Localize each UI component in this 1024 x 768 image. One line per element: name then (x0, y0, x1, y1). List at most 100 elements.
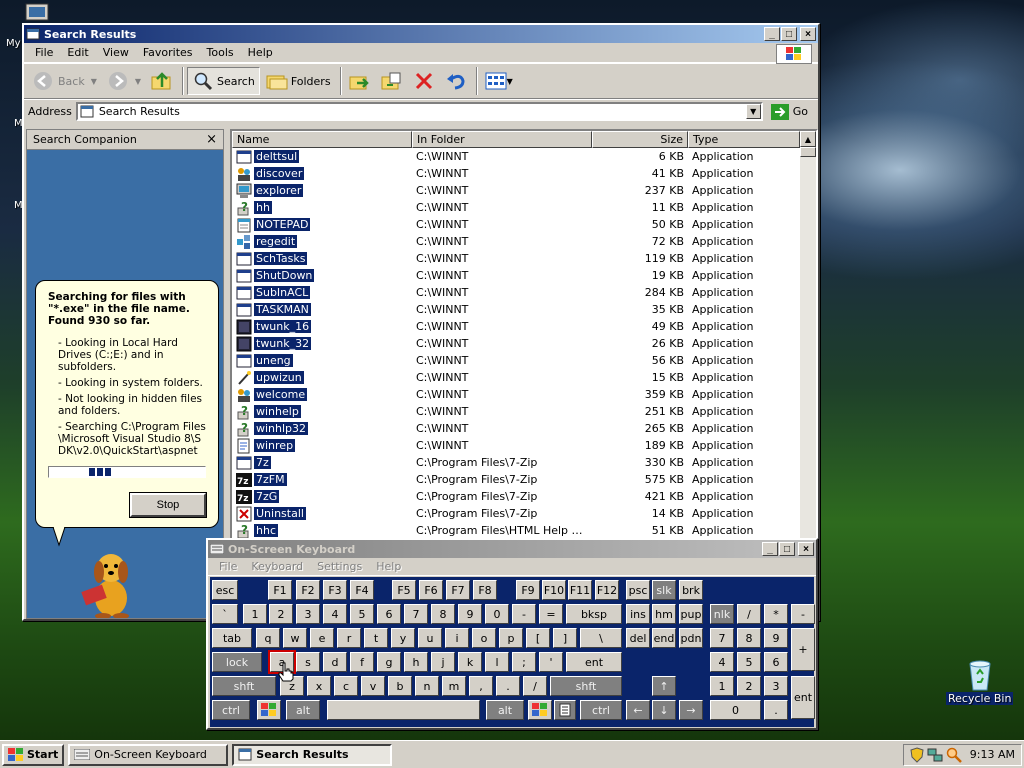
key-p[interactable]: p (499, 628, 523, 648)
key-right-windows[interactable] (528, 700, 552, 720)
move-to-button[interactable] (345, 67, 375, 95)
table-row[interactable]: ShutDown C:\WINNT 19 KB Application (232, 267, 816, 284)
key-minus[interactable]: - (512, 604, 536, 624)
key-f[interactable]: f (350, 652, 374, 672)
key-f2[interactable]: F2 (296, 580, 320, 600)
key-lalt[interactable]: alt (286, 700, 320, 720)
key-k9[interactable]: 9 (458, 604, 482, 624)
task-search-results[interactable]: Search Results (232, 743, 393, 766)
key-k8[interactable]: 8 (431, 604, 455, 624)
search-button[interactable]: Search (187, 67, 260, 95)
key-m[interactable]: m (442, 676, 466, 696)
column-size[interactable]: Size (592, 131, 688, 148)
address-input[interactable]: Search Results ▼ (75, 102, 763, 121)
key-right[interactable]: → (679, 700, 703, 720)
table-row[interactable]: regedit C:\WINNT 72 KB Application (232, 233, 816, 250)
key-k0[interactable]: 0 (485, 604, 509, 624)
key-esc[interactable]: esc (212, 580, 238, 600)
osk-close-button[interactable]: × (798, 542, 814, 556)
key-np1[interactable]: 1 (710, 676, 734, 696)
key-f3[interactable]: F3 (323, 580, 347, 600)
menu-favorites[interactable]: Favorites (136, 45, 200, 60)
key-quote[interactable]: ' (539, 652, 563, 672)
undo-button[interactable] (441, 67, 471, 95)
maximize-button[interactable]: □ (781, 27, 797, 41)
scroll-up-button[interactable]: ▲ (800, 131, 816, 147)
key-k7[interactable]: 7 (404, 604, 428, 624)
copy-to-button[interactable] (377, 67, 407, 95)
table-row[interactable]: Uninstall C:\Program Files\7-Zip 14 KB A… (232, 505, 816, 522)
key-period[interactable]: . (496, 676, 520, 696)
key-slk[interactable]: slk (652, 580, 676, 600)
key-f9[interactable]: F9 (516, 580, 540, 600)
search-tray-icon[interactable] (946, 747, 962, 763)
menu-view[interactable]: View (96, 45, 136, 60)
key-down[interactable]: ↓ (652, 700, 676, 720)
table-row[interactable]: discover C:\WINNT 41 KB Application (232, 165, 816, 182)
key-ralt[interactable]: alt (486, 700, 524, 720)
table-row[interactable]: NOTEPAD C:\WINNT 50 KB Application (232, 216, 816, 233)
key-nlk[interactable]: nlk (710, 604, 734, 624)
table-row[interactable]: SchTasks C:\WINNT 119 KB Application (232, 250, 816, 267)
key-npslash[interactable]: / (737, 604, 761, 624)
key-d[interactable]: d (323, 652, 347, 672)
key-s[interactable]: s (296, 652, 320, 672)
table-row[interactable]: ? winhlp32 C:\WINNT 265 KB Application (232, 420, 816, 437)
table-row[interactable]: twunk_16 C:\WINNT 49 KB Application (232, 318, 816, 335)
key-left[interactable]: ← (626, 700, 650, 720)
key-f1[interactable]: F1 (268, 580, 292, 600)
views-button[interactable]: ▼ (481, 67, 517, 95)
key-rctrl[interactable]: ctrl (580, 700, 622, 720)
key-np7[interactable]: 7 (710, 628, 734, 648)
key-k1[interactable]: 1 (243, 604, 267, 624)
key-v[interactable]: v (361, 676, 385, 696)
key-e[interactable]: e (310, 628, 334, 648)
key-pdn[interactable]: pdn (679, 628, 703, 648)
key-bksp[interactable]: bksp (566, 604, 622, 624)
key-semi[interactable]: ; (512, 652, 536, 672)
key-tab[interactable]: tab (212, 628, 252, 648)
key-i[interactable]: i (445, 628, 469, 648)
key-g[interactable]: g (377, 652, 401, 672)
stop-button[interactable]: Stop (129, 492, 207, 518)
osk-menu-file[interactable]: File (212, 559, 244, 574)
companion-close-icon[interactable]: × (206, 132, 217, 147)
key-npminus[interactable]: - (791, 604, 815, 624)
key-left-windows[interactable] (257, 700, 281, 720)
key-f5[interactable]: F5 (392, 580, 416, 600)
go-button[interactable]: Go (767, 102, 812, 122)
key-f8[interactable]: F8 (473, 580, 497, 600)
table-row[interactable]: explorer C:\WINNT 237 KB Application (232, 182, 816, 199)
key-np9[interactable]: 9 (764, 628, 788, 648)
key-brk[interactable]: brk (679, 580, 703, 600)
key-lshift[interactable]: shft (212, 676, 276, 696)
key-pup[interactable]: pup (679, 604, 703, 624)
key-np6[interactable]: 6 (764, 652, 788, 672)
table-row[interactable]: welcome C:\WINNT 359 KB Application (232, 386, 816, 403)
column-type[interactable]: Type (688, 131, 800, 148)
osk-menu-keyboard[interactable]: Keyboard (244, 559, 310, 574)
key-np2[interactable]: 2 (737, 676, 761, 696)
key-hm[interactable]: hm (652, 604, 676, 624)
table-row[interactable]: 7z 7zFM C:\Program Files\7-Zip 575 KB Ap… (232, 471, 816, 488)
key-rbr[interactable]: ] (553, 628, 577, 648)
key-r[interactable]: r (337, 628, 361, 648)
key-lbr[interactable]: [ (526, 628, 550, 648)
key-npent[interactable]: ent (791, 676, 815, 719)
key-ent[interactable]: ent (566, 652, 622, 672)
table-row[interactable]: delttsul C:\WINNT 6 KB Application (232, 148, 816, 165)
table-row[interactable]: upwizun C:\WINNT 15 KB Application (232, 369, 816, 386)
address-dropdown-button[interactable]: ▼ (745, 104, 761, 119)
column-in-folder[interactable]: In Folder (412, 131, 592, 148)
key-npdot[interactable]: . (764, 700, 788, 720)
key-psc[interactable]: psc (626, 580, 650, 600)
table-row[interactable]: winrep C:\WINNT 189 KB Application (232, 437, 816, 454)
key-h[interactable]: h (404, 652, 428, 672)
key-k4[interactable]: 4 (323, 604, 347, 624)
key-t[interactable]: t (364, 628, 388, 648)
table-row[interactable]: ? hhc C:\Program Files\HTML Help Wor... … (232, 522, 816, 539)
key-end[interactable]: end (652, 628, 676, 648)
key-npstar[interactable]: * (764, 604, 788, 624)
key-b[interactable]: b (388, 676, 412, 696)
table-row[interactable]: ? hh C:\WINNT 11 KB Application (232, 199, 816, 216)
